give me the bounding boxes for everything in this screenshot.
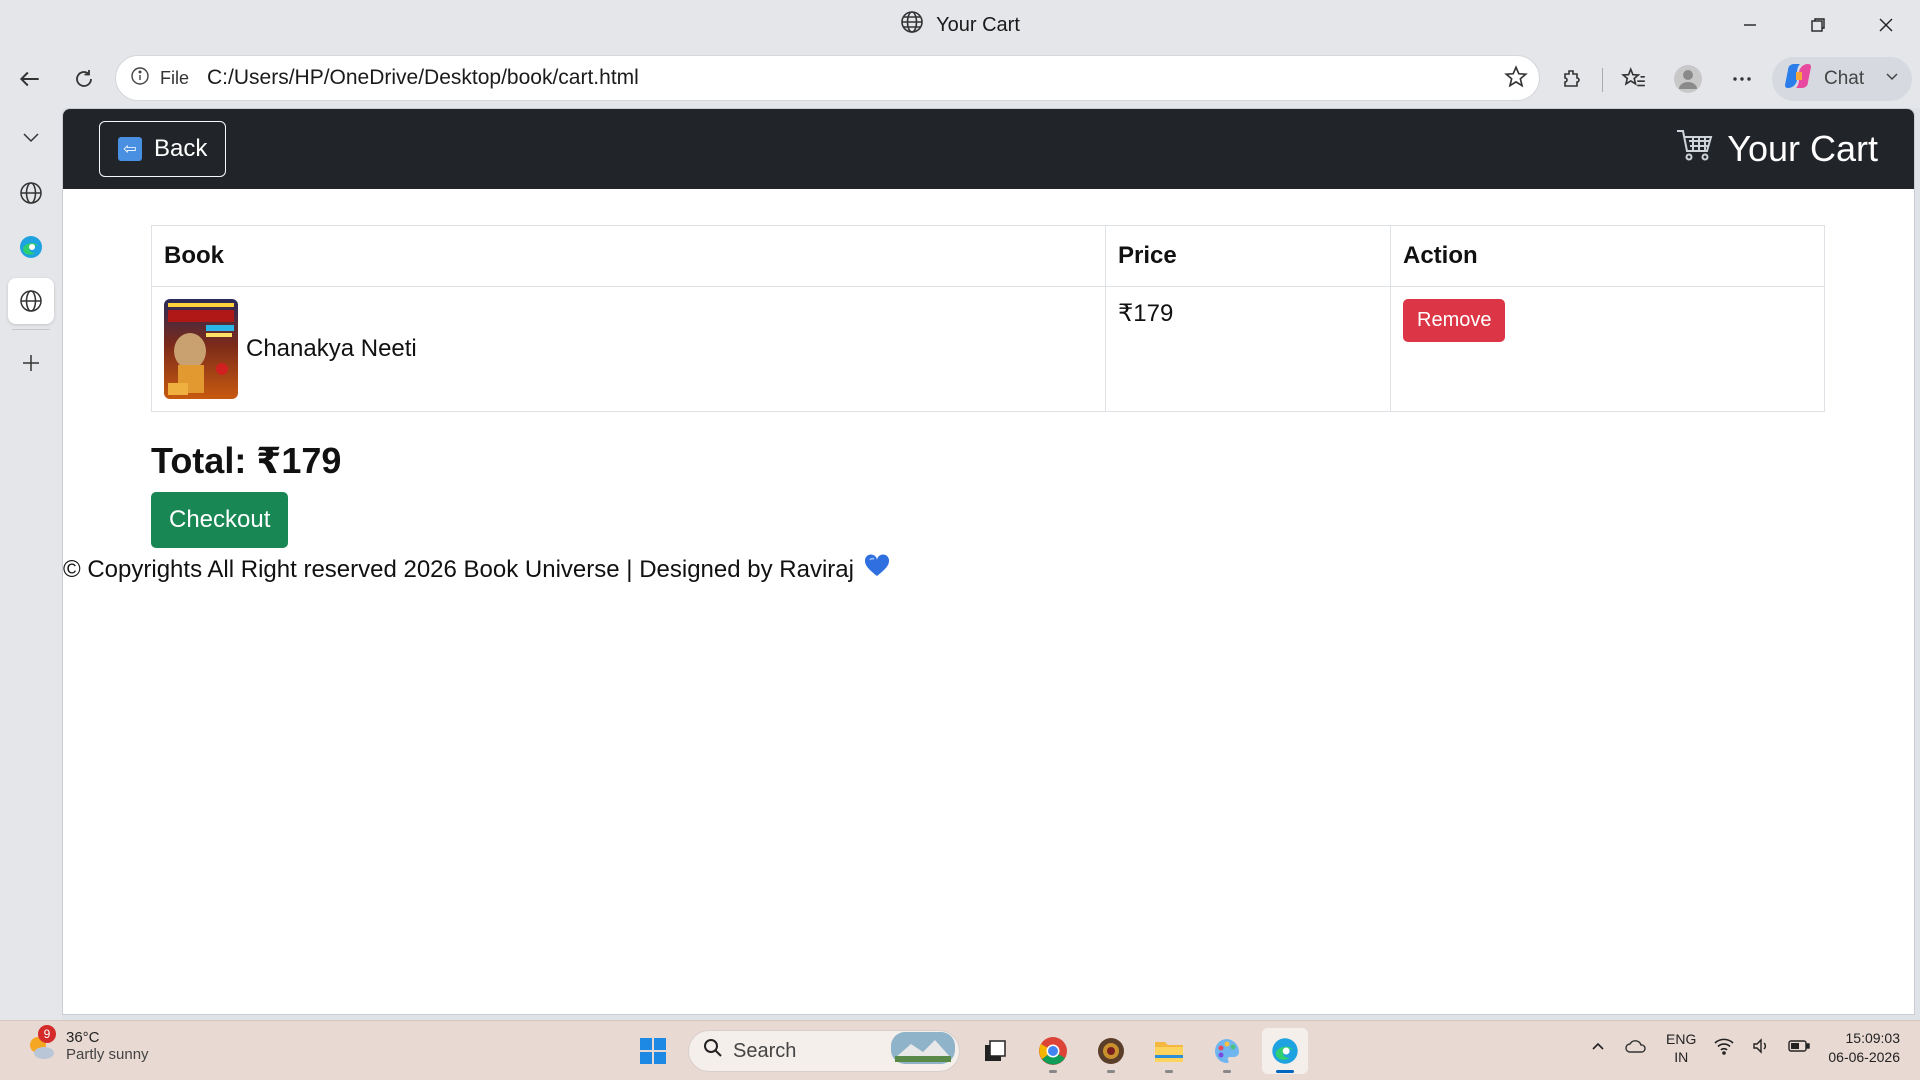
tab-globe-icon[interactable]: [8, 170, 54, 216]
battery-icon[interactable]: [1788, 1039, 1811, 1058]
search-icon: [703, 1038, 723, 1064]
chat-label: Chat: [1824, 68, 1865, 89]
chrome-app-icon[interactable]: [1030, 1028, 1076, 1074]
taskbar-center: Search: [630, 1027, 1308, 1075]
system-clock[interactable]: 15:09:03 06-06-2026: [1828, 1029, 1900, 1067]
volume-icon[interactable]: [1752, 1037, 1770, 1060]
window-titlebar: Your Cart: [0, 0, 1920, 50]
system-tray: ENG IN 15:09:03 06-06-2026: [1590, 1029, 1900, 1067]
back-button[interactable]: ⇦ Back: [99, 121, 227, 177]
language-code: ENG: [1666, 1031, 1697, 1047]
column-header-price: Price: [1105, 225, 1391, 287]
remove-button[interactable]: Remove: [1403, 299, 1506, 342]
restore-button[interactable]: [1784, 0, 1852, 50]
site-footer: © Copyrights All Right reserved 2026 Boo…: [63, 554, 1914, 585]
checkout-button[interactable]: Checkout: [151, 492, 289, 548]
search-highlight-image: [891, 1032, 955, 1070]
toolbar-divider: [1602, 68, 1603, 92]
file-explorer-icon[interactable]: [1146, 1028, 1192, 1074]
back-nav-button[interactable]: [8, 58, 52, 100]
windows-taskbar: 9 36°C Partly sunny Search ENG IN 15:09:…: [0, 1020, 1920, 1080]
extensions-icon[interactable]: [1550, 58, 1594, 100]
book-cell: Chanakya Neeti: [151, 286, 1106, 412]
weather-badge: 9: [38, 1025, 56, 1043]
price-cell: ₹179: [1105, 286, 1391, 412]
close-window-button[interactable]: [1852, 0, 1920, 50]
refresh-button[interactable]: [62, 58, 106, 100]
action-cell: Remove: [1390, 286, 1825, 412]
minimize-button[interactable]: [1716, 0, 1784, 50]
region-code: IN: [1674, 1049, 1689, 1065]
table-row: Chanakya Neeti ₹179 Remove: [151, 286, 1825, 412]
book-title: Chanakya Neeti: [246, 335, 417, 362]
language-indicator[interactable]: ENG IN: [1666, 1030, 1696, 1066]
wifi-icon[interactable]: [1714, 1037, 1734, 1060]
more-options-icon[interactable]: [1720, 58, 1764, 100]
collapse-tabs-chevron-icon[interactable]: [8, 114, 54, 160]
new-tab-plus-icon[interactable]: [8, 340, 54, 386]
navbar-brand-text: Your Cart: [1727, 128, 1878, 169]
window-title-text: Your Cart: [936, 13, 1020, 36]
shopping-cart-icon: [1675, 128, 1713, 171]
favorites-icon[interactable]: [1612, 58, 1656, 100]
paint-app-icon[interactable]: [1204, 1028, 1250, 1074]
edge-app-icon[interactable]: [1262, 1028, 1308, 1074]
book-cover-image: [164, 299, 238, 399]
weather-temperature: 36°C: [66, 1029, 100, 1046]
favorite-star-icon[interactable]: [1503, 64, 1529, 95]
task-view-icon[interactable]: [972, 1028, 1018, 1074]
site-navbar: ⇦ Back Your Cart: [63, 109, 1914, 189]
address-scheme-label: File: [160, 67, 190, 88]
app-emblem-icon[interactable]: [1088, 1028, 1134, 1074]
clock-time: 15:09:03: [1845, 1030, 1901, 1046]
tab-active-globe-icon[interactable]: [8, 278, 54, 324]
address-bar[interactable]: File C:/Users/HP/OneDrive/Desktop/book/c…: [115, 55, 1540, 101]
globe-icon: [900, 10, 924, 40]
column-header-action: Action: [1390, 225, 1825, 287]
rail-divider: [12, 329, 50, 330]
navbar-brand: Your Cart: [1675, 128, 1878, 171]
cart-total: Total: ₹179: [151, 440, 342, 481]
column-header-book: Book: [151, 225, 1106, 287]
url-text[interactable]: C:/Users/HP/OneDrive/Desktop/book/cart.h…: [207, 66, 639, 90]
weather-condition: Partly sunny: [66, 1046, 149, 1063]
browser-toolbar: File C:/Users/HP/OneDrive/Desktop/book/c…: [0, 50, 1920, 108]
start-windows-icon[interactable]: [630, 1028, 676, 1074]
window-title: Your Cart: [900, 10, 1020, 40]
profile-avatar[interactable]: [1666, 58, 1710, 100]
vertical-tab-rail: [0, 108, 62, 1020]
clock-date: 06-06-2026: [1828, 1049, 1900, 1065]
tab-edge-icon[interactable]: [8, 224, 54, 270]
blue-heart-icon: [864, 554, 890, 585]
back-button-label: Back: [154, 135, 208, 162]
weather-sun-cloud-icon: 9: [26, 1025, 56, 1063]
weather-widget[interactable]: 9 36°C Partly sunny: [26, 1025, 149, 1063]
cart-table: Book Price Action Chanakya Neeti ₹179 Re…: [151, 225, 1825, 412]
info-icon[interactable]: [130, 66, 150, 91]
chevron-up-icon[interactable]: [1590, 1038, 1606, 1059]
onedrive-cloud-icon[interactable]: [1624, 1037, 1648, 1060]
page-viewport: ⇦ Back Your Cart Book Price Action Chana…: [62, 108, 1915, 1015]
chevron-down-icon[interactable]: [1884, 68, 1900, 90]
back-arrow-icon: ⇦: [118, 137, 142, 161]
cart-content: Book Price Action Chanakya Neeti ₹179 Re…: [63, 189, 1914, 548]
taskbar-search-input[interactable]: Search: [688, 1030, 960, 1072]
table-header-row: Book Price Action: [151, 225, 1825, 287]
search-placeholder: Search: [733, 1039, 797, 1062]
footer-text: © Copyrights All Right reserved 2026 Boo…: [63, 555, 854, 583]
copilot-icon: [1782, 60, 1814, 98]
copilot-chat-button[interactable]: Chat: [1772, 57, 1912, 101]
